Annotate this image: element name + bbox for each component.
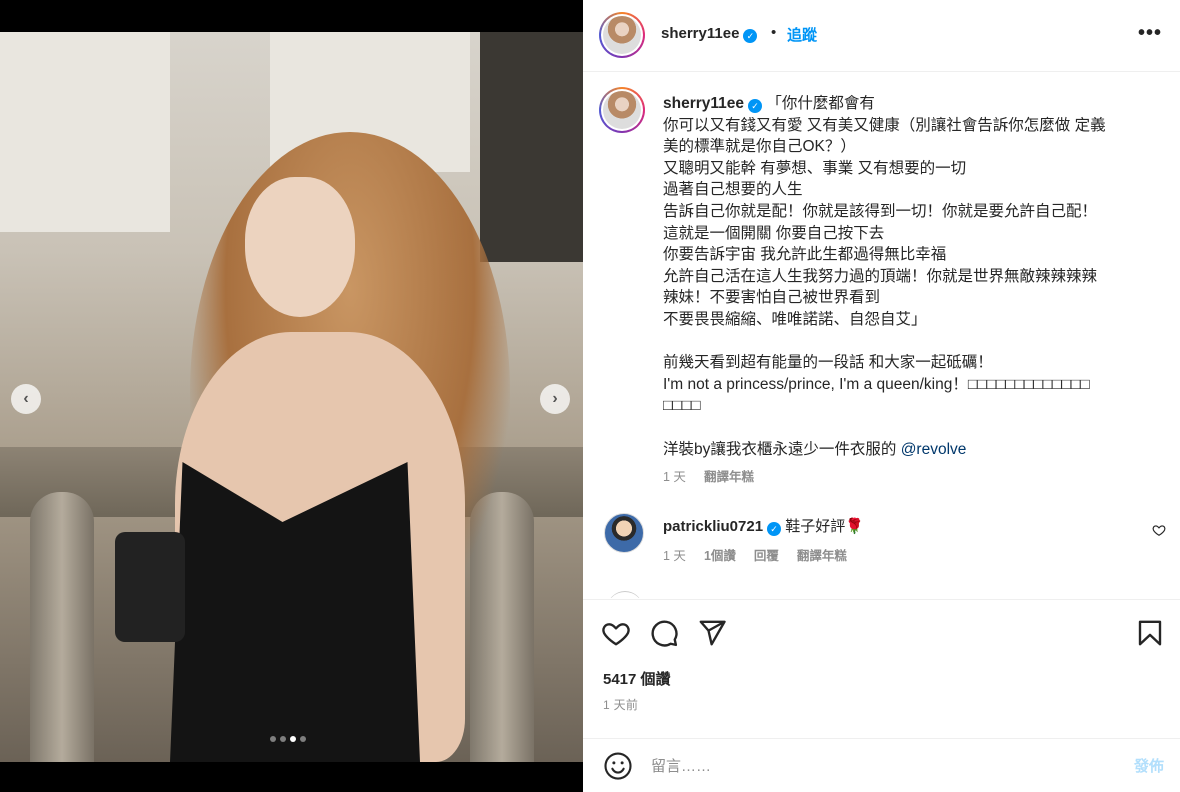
comment-likes[interactable]: 1個讚 bbox=[704, 545, 736, 564]
caption-line: 過著自己想要的人生 bbox=[663, 181, 803, 199]
carousel-dot-active bbox=[290, 736, 296, 742]
carousel-dot bbox=[300, 736, 306, 742]
post-header: sherry11ee ✓ • 追蹤 ••• bbox=[583, 0, 1180, 72]
post-media: ‹ › bbox=[0, 0, 583, 792]
caption-line: 美的標準就是你自己OK？） bbox=[663, 138, 856, 156]
likes-count[interactable]: 5417 個讚 bbox=[603, 668, 671, 689]
instagram-post-modal: ‹ › sherry11ee ✓ • 追蹤 ••• sherry11ee ✓ 「你什… bbox=[0, 0, 1180, 792]
emoji-icon[interactable] bbox=[603, 751, 633, 781]
caption-author-avatar[interactable] bbox=[599, 87, 645, 133]
comment-item: patrickliu0721 ✓ 鞋子好評🌹 bbox=[663, 515, 864, 536]
caption-line: 洋裝by讓我衣櫃永遠少一件衣服的 bbox=[663, 440, 901, 458]
caption-line: 你要告訴宇宙 我允許此生都過得無比幸福 bbox=[663, 246, 947, 264]
next-slide-button[interactable]: › bbox=[540, 384, 570, 414]
comment-like-heart-icon[interactable] bbox=[1152, 523, 1166, 537]
caption-line: 允許自己活在這人生我努力過的頂端！你就是世界無敵辣辣辣辣 bbox=[663, 267, 1098, 285]
post-caption: sherry11ee ✓ 「你什麼都會有 你可以又有錢又有愛 又有美又健康（別讓社… bbox=[663, 93, 1143, 460]
author-avatar[interactable] bbox=[599, 12, 645, 58]
previous-slide-button[interactable]: ‹ bbox=[11, 384, 41, 414]
next-comment-avatar bbox=[607, 591, 643, 598]
header-separator: • bbox=[771, 24, 777, 41]
post-comment-button[interactable]: 發佈 bbox=[1134, 755, 1164, 776]
caption-line: 不要畏畏縮縮、唯唯諾諾、自怨自艾」 bbox=[663, 310, 927, 328]
post-photo bbox=[0, 32, 583, 762]
caption-line: □□□□ bbox=[663, 397, 701, 415]
share-icon[interactable] bbox=[697, 618, 727, 648]
post-time[interactable]: 1 天前 bbox=[603, 696, 638, 713]
caption-line: 辣妹！不要害怕自己被世界看到 bbox=[663, 289, 881, 307]
heart-icon[interactable] bbox=[601, 618, 631, 648]
caption-line: 「你什麼都會有 bbox=[766, 95, 875, 112]
caption-line bbox=[663, 331, 1143, 353]
comments-section[interactable]: sherry11ee ✓ 「你什麼都會有 你可以又有錢又有愛 又有美又健康（別讓社… bbox=[583, 73, 1180, 598]
caption-username[interactable]: sherry11ee bbox=[663, 95, 744, 112]
author-username[interactable]: sherry11ee bbox=[661, 25, 739, 42]
commenter-username[interactable]: patrickliu0721 bbox=[663, 518, 763, 535]
caption-line: 又聰明又能幹 有夢想、事業 又有想要的一切 bbox=[663, 159, 967, 177]
rose-emoji: 🌹 bbox=[845, 518, 864, 535]
caption-meta: 1 天 翻譯年糕 bbox=[663, 466, 754, 485]
follow-button[interactable]: 追蹤 bbox=[787, 24, 817, 45]
translate-button[interactable]: 翻譯年糕 bbox=[704, 466, 754, 485]
caption-line bbox=[663, 417, 1143, 439]
caption-line: 這就是一個開關 你要自己按下去 bbox=[663, 224, 885, 242]
caption-line: 你可以又有錢又有愛 又有美又健康（別讓社會告訴你怎麼做 定義 bbox=[663, 116, 1106, 134]
comment-text: 鞋子好評 bbox=[785, 518, 846, 535]
comment-translate-button[interactable]: 翻譯年糕 bbox=[797, 545, 847, 564]
comment-input[interactable] bbox=[651, 751, 1101, 781]
comment-time[interactable]: 1 天 bbox=[663, 545, 686, 564]
comment-meta: 1 天 1個讚 回覆 翻譯年糕 bbox=[663, 545, 847, 564]
reply-button[interactable]: 回覆 bbox=[754, 545, 779, 564]
comment-icon[interactable] bbox=[649, 618, 679, 648]
carousel-indicator bbox=[270, 736, 306, 742]
mention-link[interactable]: @revolve bbox=[901, 441, 967, 458]
carousel-dot bbox=[270, 736, 276, 742]
bookmark-icon[interactable] bbox=[1135, 618, 1165, 648]
carousel-dot bbox=[280, 736, 286, 742]
commenter-avatar[interactable] bbox=[604, 513, 644, 553]
caption-line: 前幾天看到超有能量的一段話 和大家一起砥礪！ bbox=[663, 354, 993, 372]
caption-line: 告訴自己你就是配！你就是該得到一切！你就是要允許自己配！ bbox=[663, 202, 1098, 220]
verified-badge-icon: ✓ bbox=[748, 99, 763, 113]
more-options-icon[interactable]: ••• bbox=[1138, 22, 1162, 45]
verified-badge-icon: ✓ bbox=[743, 29, 758, 43]
caption-line: I'm not a princess/prince, I'm a queen/k… bbox=[663, 375, 1090, 393]
author-username-block[interactable]: sherry11ee ✓ bbox=[661, 25, 758, 43]
verified-badge-icon: ✓ bbox=[767, 522, 782, 536]
post-details-panel: sherry11ee ✓ • 追蹤 ••• sherry11ee ✓ 「你什麼都會有… bbox=[583, 0, 1180, 792]
post-actions: 5417 個讚 1 天前 bbox=[583, 599, 1180, 739]
comment-composer: 發佈 bbox=[583, 738, 1180, 792]
caption-time[interactable]: 1 天 bbox=[663, 466, 686, 485]
